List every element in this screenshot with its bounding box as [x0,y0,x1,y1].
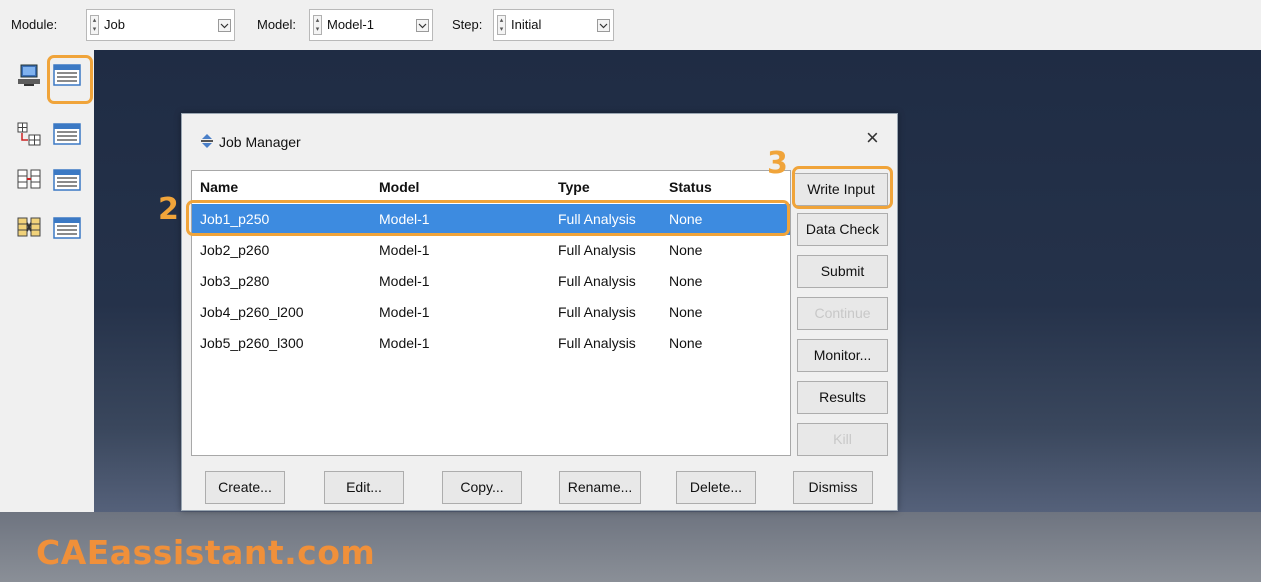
job-name: Job2_p260 [200,242,270,258]
close-icon[interactable]: × [866,127,879,149]
job-manager-highlight [47,55,93,104]
column-header-type[interactable]: Type [558,179,590,195]
rename-button[interactable]: Rename... [559,471,641,504]
selected-row-highlight [186,200,790,236]
context-bar: Module: ▴ ▾ Job Model: ▴ ▾ Model-1 Step: ▴… [0,0,1261,50]
job-status: None [669,242,703,258]
data-check-button[interactable]: Data Check [797,213,888,246]
adaptivity-icon[interactable] [16,121,44,147]
model-spinner-icon[interactable]: ▴ ▾ [313,15,322,35]
job-name: Job5_p260_l300 [200,335,304,351]
edit-button[interactable]: Edit... [324,471,404,504]
write-input-highlight [792,166,893,209]
optimization-manager-icon[interactable] [53,215,81,241]
co-execution-icon[interactable] [16,167,44,193]
column-header-status[interactable]: Status [669,179,712,195]
callout-3: 3 [767,146,788,181]
module-spinner-icon[interactable]: ▴ ▾ [90,15,99,35]
job-type: Full Analysis [558,335,636,351]
table-row[interactable]: Job2_p260 Model-1 Full Analysis None [192,235,790,266]
table-row[interactable]: Job3_p280 Model-1 Full Analysis None [192,266,790,297]
job-type: Full Analysis [558,273,636,289]
chevron-down-icon[interactable] [416,19,429,32]
module-combo[interactable]: ▴ ▾ Job [86,9,235,41]
delete-button[interactable]: Delete... [676,471,756,504]
chevron-down-icon[interactable] [218,19,231,32]
monitor-button[interactable]: Monitor... [797,339,888,372]
continue-button[interactable]: Continue [797,297,888,330]
co-execution-manager-icon[interactable] [53,167,81,193]
job-model: Model-1 [379,242,430,258]
results-button[interactable]: Results [797,381,888,414]
watermark: CAEassistant.com [36,533,376,572]
job-type: Full Analysis [558,304,636,320]
job-manager-title-icon [199,133,215,152]
job-name: Job4_p260_l200 [200,304,304,320]
job-manager-dialog: Job Manager × Name Model Type Status Job… [181,113,898,511]
step-value: Initial [511,17,542,32]
callout-2: 2 [158,192,179,227]
table-row[interactable]: Job4_p260_l200 Model-1 Full Analysis Non… [192,297,790,328]
table-row[interactable]: Job5_p260_l300 Model-1 Full Analysis Non… [192,328,790,359]
model-value: Model-1 [327,17,374,32]
job-model: Model-1 [379,304,430,320]
kill-button[interactable]: Kill [797,423,888,456]
step-label: Step: [452,17,483,32]
job-module-icon[interactable] [16,62,44,88]
copy-button[interactable]: Copy... [442,471,522,504]
dialog-title: Job Manager [219,134,301,150]
job-status: None [669,304,703,320]
column-header-model[interactable]: Model [379,179,419,195]
job-status: None [669,273,703,289]
module-toolbox [0,50,94,512]
chevron-down-icon[interactable] [597,19,610,32]
create-button[interactable]: Create... [205,471,285,504]
column-header-name[interactable]: Name [200,179,238,195]
job-model: Model-1 [379,335,430,351]
adaptivity-manager-icon[interactable] [53,121,81,147]
model-combo[interactable]: ▴ ▾ Model-1 [309,9,433,41]
step-spinner-icon[interactable]: ▴ ▾ [497,15,506,35]
job-name: Job3_p280 [200,273,270,289]
module-label: Module: [11,17,58,32]
job-status: None [669,335,703,351]
job-type: Full Analysis [558,242,636,258]
step-combo[interactable]: ▴ ▾ Initial [493,9,614,41]
dismiss-button[interactable]: Dismiss [793,471,873,504]
optimization-icon[interactable] [16,215,44,241]
submit-button[interactable]: Submit [797,255,888,288]
model-label: Model: [257,17,297,32]
module-value: Job [104,17,125,32]
job-model: Model-1 [379,273,430,289]
